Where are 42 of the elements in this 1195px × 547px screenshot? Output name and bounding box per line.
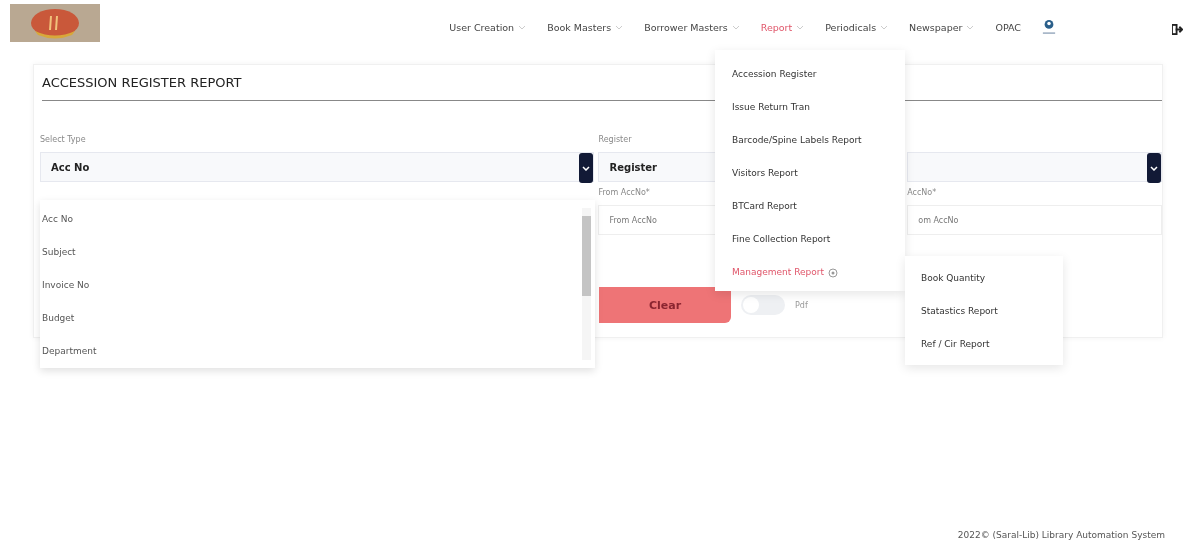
menu-item[interactable]: BTCard Report bbox=[715, 190, 905, 223]
field-label: Register bbox=[598, 135, 632, 145]
logout-icon[interactable] bbox=[1172, 23, 1183, 35]
dropdown[interactable] bbox=[907, 152, 1162, 182]
field-label: From AccNo* bbox=[598, 188, 650, 198]
menu-item[interactable]: Management Report bbox=[715, 256, 905, 289]
field-label: AccNo* bbox=[907, 188, 937, 198]
caret-icon bbox=[615, 24, 624, 30]
dropdown-option[interactable]: Department bbox=[42, 340, 575, 373]
dropdown-option[interactable]: Invoice No bbox=[42, 274, 575, 307]
scrollbar[interactable] bbox=[582, 208, 591, 360]
caret-icon bbox=[966, 24, 975, 30]
caret-icon bbox=[731, 24, 740, 30]
dropdown-option[interactable]: Budget bbox=[42, 307, 575, 340]
nav-menu-item[interactable]: Borrower Masters bbox=[644, 21, 740, 33]
pdf-toggle[interactable] bbox=[741, 295, 785, 315]
menu-item[interactable]: Ref / Cir Report bbox=[905, 328, 1063, 361]
toggle-label: Pdf bbox=[795, 300, 808, 310]
menu-item[interactable]: Statastics Report bbox=[905, 295, 1063, 328]
dropdown-option[interactable]: Subject bbox=[42, 241, 575, 274]
nav-menu-item[interactable]: User Creation bbox=[449, 21, 527, 33]
menu-item[interactable]: Book Quantity bbox=[905, 262, 1063, 295]
dropdown-option[interactable]: Acc No bbox=[42, 208, 575, 241]
menu-item[interactable]: Visitors Report bbox=[715, 157, 905, 190]
user-icon[interactable] bbox=[1042, 19, 1056, 35]
field-label: Select Type bbox=[40, 135, 86, 145]
menu-item[interactable]: Barcode/Spine Labels Report bbox=[715, 124, 905, 157]
caret-icon bbox=[796, 24, 805, 30]
caret-icon bbox=[880, 24, 889, 30]
submenu-icon bbox=[828, 267, 838, 278]
chevron-icon bbox=[582, 165, 591, 171]
nav-menu-item[interactable]: OPAC bbox=[995, 21, 1021, 33]
accno-field[interactable]: om AccNo bbox=[907, 205, 1162, 235]
nav-menu-item[interactable]: Report bbox=[760, 21, 805, 33]
nav-menu-item[interactable]: Book Masters bbox=[547, 21, 624, 33]
caret-icon bbox=[518, 24, 527, 30]
nav-menu-item[interactable]: Periodicals bbox=[825, 21, 889, 33]
nav-menu-item[interactable]: Newspaper bbox=[909, 21, 975, 33]
select-type-dropdown[interactable]: Acc No bbox=[40, 152, 595, 182]
chevron-icon bbox=[1150, 165, 1158, 171]
footer-text: 2022© (Saral-Lib) Library Automation System bbox=[957, 530, 1165, 540]
menu-item[interactable]: Fine Collection Report bbox=[715, 223, 905, 256]
